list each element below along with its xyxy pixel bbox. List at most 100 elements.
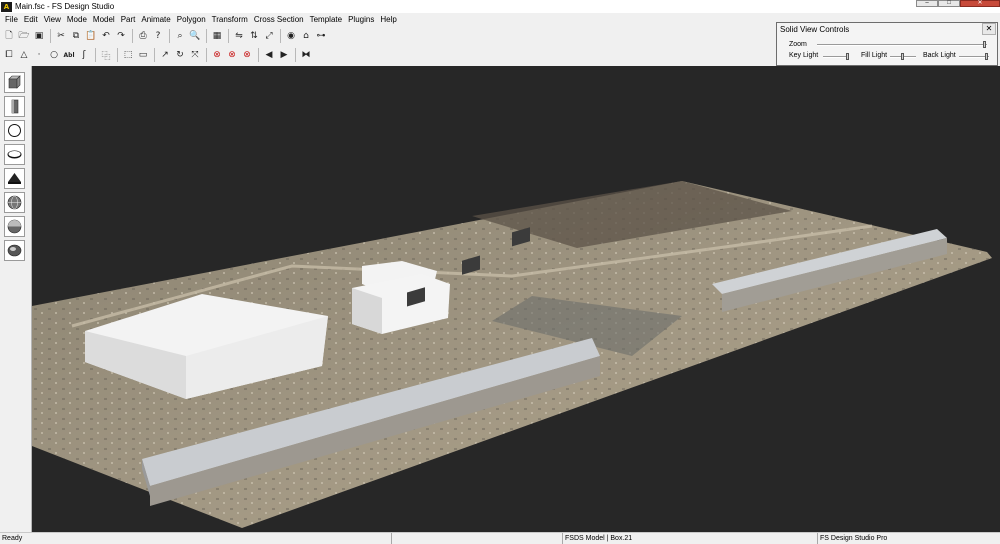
eye-icon[interactable]: ◉ [284, 29, 298, 43]
next-icon[interactable]: ▶ [277, 48, 291, 62]
refresh-icon[interactable]: ↻ [173, 48, 187, 62]
fill-light-label: Fill Light [861, 52, 888, 59]
column-icon[interactable] [4, 96, 25, 117]
select-rect-icon[interactable]: ⬚ [121, 48, 135, 62]
status-model: FSDS Model | Box.21 [562, 533, 816, 544]
menu-plugins[interactable]: Plugins [348, 15, 379, 24]
zoom-slider[interactable] [817, 44, 987, 46]
hemisphere-icon[interactable] [4, 216, 25, 237]
toolbar-separator [95, 48, 96, 62]
status-bar: Ready FSDS Model | Box.21 FS Design Stud… [0, 532, 1000, 544]
copy-part-icon[interactable]: ⿻ [99, 48, 113, 62]
copy-icon[interactable]: ⧉ [69, 29, 83, 43]
help-icon[interactable]: ? [151, 29, 165, 43]
no-entry-icon[interactable]: ⊗ [225, 48, 239, 62]
panel-close-button[interactable]: ✕ [982, 23, 996, 35]
binoculars-icon[interactable]: ⧓ [299, 48, 313, 62]
zoom-label: Zoom [789, 41, 807, 48]
cube-icon[interactable] [4, 72, 25, 93]
minimize-button[interactable]: – [916, 0, 938, 7]
dot-icon[interactable]: · [32, 48, 46, 62]
main-toolbar: 🗋 🗁 ▣ ✂ ⧉ 📋 ↶ ↷ ⎙ ? ⌕ 🔍 ▦ ⇋ ⇅ ⤢ ◉ ⌂ ⊶ [2, 27, 329, 45]
app-icon: A [1, 1, 12, 12]
key-light-slider-thumb[interactable] [846, 53, 849, 60]
menu-bar: File Edit View Mode Model Part Animate P… [0, 13, 775, 26]
mirror-y-icon[interactable]: ⇅ [247, 29, 261, 43]
menu-edit[interactable]: Edit [24, 15, 43, 24]
fill-light-slider-thumb[interactable] [901, 53, 904, 60]
circle-icon[interactable]: ○ [47, 48, 61, 62]
sphere-icon[interactable] [4, 120, 25, 141]
status-product: FS Design Studio Pro [817, 533, 1000, 544]
menu-animate[interactable]: Animate [141, 15, 175, 24]
window-title: Main.fsc - FS Design Studio [15, 2, 115, 11]
ellipsoid-icon[interactable] [4, 240, 25, 261]
link-icon[interactable]: ⊶ [314, 29, 328, 43]
scene-render [32, 181, 992, 528]
triangle-icon[interactable]: △ [17, 48, 31, 62]
grid-icon[interactable]: ▦ [210, 29, 224, 43]
title-bar: A Main.fsc - FS Design Studio – □ ✕ [0, 0, 1000, 13]
toolbar-separator [280, 29, 281, 43]
close-button[interactable]: ✕ [960, 0, 1000, 7]
zoom-out-icon[interactable]: 🔍 [188, 29, 202, 43]
back-light-slider-thumb[interactable] [985, 53, 988, 60]
open-folder-icon[interactable]: 🗁 [17, 29, 31, 43]
back-light-label: Back Light [923, 52, 956, 59]
mirror-z-icon[interactable]: ⤢ [262, 29, 276, 43]
cone-icon[interactable] [4, 168, 25, 189]
primitives-toolbar [0, 66, 32, 532]
menu-transform[interactable]: Transform [212, 15, 253, 24]
menu-polygon[interactable]: Polygon [177, 15, 211, 24]
print-icon[interactable]: ⎙ [136, 29, 150, 43]
solid-view-controls-panel: Solid View Controls ✕ Zoom Key Light Fil… [776, 22, 998, 66]
menu-help[interactable]: Help [380, 15, 401, 24]
status-empty-cell [391, 533, 561, 544]
menu-view[interactable]: View [44, 15, 66, 24]
toolbar-separator [206, 48, 207, 62]
status-ready: Ready [2, 535, 23, 542]
key-light-label: Key Light [789, 52, 819, 59]
text-icon[interactable]: Abl [62, 48, 76, 62]
disc-icon[interactable] [4, 144, 25, 165]
toolbar-separator [206, 29, 207, 43]
menu-part[interactable]: Part [121, 15, 141, 24]
redo-icon[interactable]: ↷ [114, 29, 128, 43]
window-controls: – □ ✕ [916, 0, 1000, 7]
fit-icon[interactable]: ⤧ [188, 48, 202, 62]
toolbar-separator [50, 29, 51, 43]
rotate-icon[interactable]: ↗ [158, 48, 172, 62]
menu-cross-section[interactable]: Cross Section [254, 15, 309, 24]
prev-icon[interactable]: ◀ [262, 48, 276, 62]
menu-file[interactable]: File [5, 15, 23, 24]
globe-icon[interactable] [4, 192, 25, 213]
zoom-in-icon[interactable]: ⌕ [173, 29, 187, 43]
toolbar-separator [228, 29, 229, 43]
panel-title: Solid View Controls [780, 25, 850, 34]
3d-viewport[interactable] [32, 66, 1000, 532]
no-entry-icon[interactable]: ⊗ [240, 48, 254, 62]
spiral-icon[interactable]: ʃ [77, 48, 91, 62]
zoom-slider-thumb[interactable] [983, 41, 986, 48]
toolbar-separator [295, 48, 296, 62]
mirror-x-icon[interactable]: ⇋ [232, 29, 246, 43]
toolbar-separator [132, 29, 133, 43]
toolbar-separator [154, 48, 155, 62]
house-icon[interactable]: ⌂ [299, 29, 313, 43]
menu-mode[interactable]: Mode [67, 15, 92, 24]
drawing-toolbar: ⧠ △ · ○ Abl ʃ ⿻ ⬚ ▭ ↗ ↻ ⤧ ⊗ ⊗ ⊗ ◀ ▶ ⧓ [2, 46, 314, 64]
toolbar-separator [117, 48, 118, 62]
no-entry-icon[interactable]: ⊗ [210, 48, 224, 62]
toolbar-separator [169, 29, 170, 43]
cut-icon[interactable]: ✂ [54, 29, 68, 43]
menu-template[interactable]: Template [310, 15, 347, 24]
maximize-button[interactable]: □ [938, 0, 960, 7]
undo-icon[interactable]: ↶ [99, 29, 113, 43]
box-select-icon[interactable]: ⧠ [2, 48, 16, 62]
ruler-icon[interactable]: ▭ [136, 48, 150, 62]
paste-icon[interactable]: 📋 [84, 29, 98, 43]
save-icon[interactable]: ▣ [32, 29, 46, 43]
menu-model[interactable]: Model [93, 15, 120, 24]
toolbar-separator [258, 48, 259, 62]
new-file-icon[interactable]: 🗋 [2, 29, 16, 43]
